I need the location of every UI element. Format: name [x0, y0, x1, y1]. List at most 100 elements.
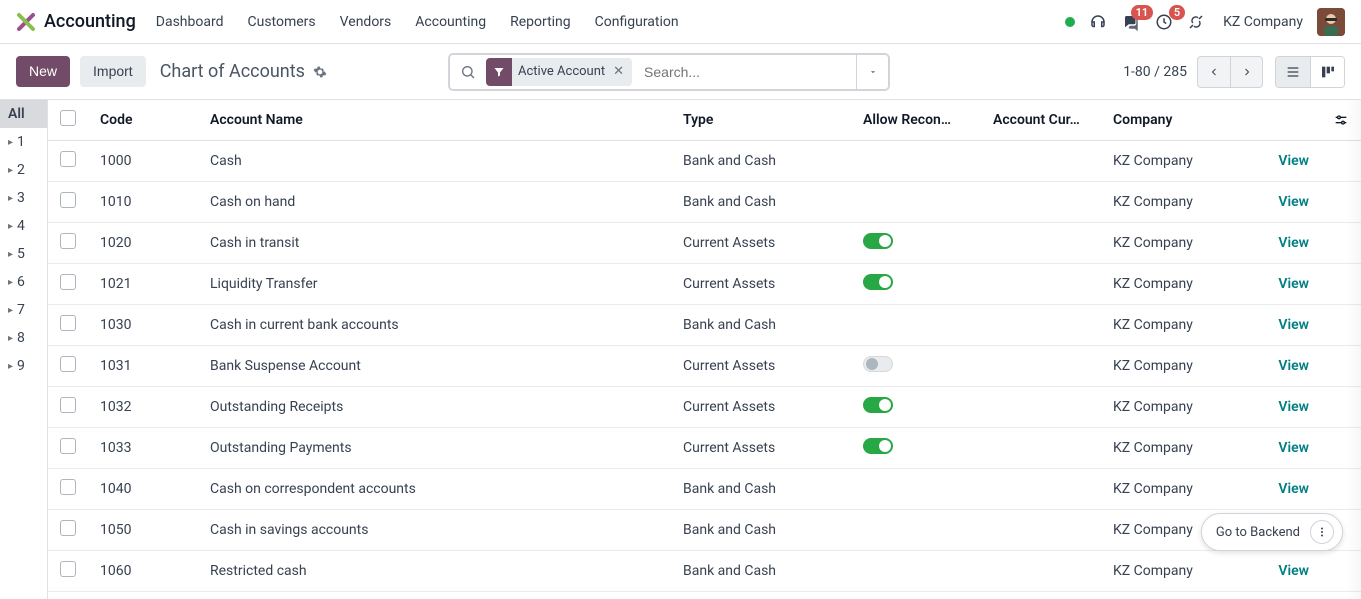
menu-item-vendors[interactable]: Vendors: [340, 14, 392, 30]
view-link[interactable]: View: [1278, 317, 1309, 333]
search-input[interactable]: [636, 55, 856, 89]
menu-item-reporting[interactable]: Reporting: [510, 14, 571, 30]
col-header-code[interactable]: Code: [88, 100, 198, 141]
sidebar-section[interactable]: ▸1: [0, 128, 47, 156]
row-checkbox[interactable]: [60, 356, 76, 372]
user-avatar[interactable]: [1317, 8, 1345, 36]
reconcile-toggle[interactable]: [863, 397, 893, 413]
chevron-right-icon: ▸: [8, 221, 13, 232]
debug-icon[interactable]: [1187, 13, 1205, 31]
sidebar-all[interactable]: All: [0, 100, 47, 128]
table-row[interactable]: 1040Cash on correspondent accountsBank a…: [48, 469, 1361, 510]
sidebar-section[interactable]: ▸3: [0, 184, 47, 212]
gear-icon[interactable]: [313, 65, 327, 79]
sidebar-section[interactable]: ▸9: [0, 352, 47, 380]
cell-name: Cash on hand: [198, 182, 671, 223]
chevron-right-icon: ▸: [8, 193, 13, 204]
cell-company: KZ Company: [1101, 182, 1241, 223]
pager-prev-button[interactable]: [1198, 57, 1230, 87]
table-row[interactable]: 1033Outstanding PaymentsCurrent AssetsKZ…: [48, 428, 1361, 469]
table-row[interactable]: 1060Restricted cashBank and CashKZ Compa…: [48, 551, 1361, 592]
go-to-backend-pill[interactable]: Go to Backend: [1201, 513, 1343, 551]
view-link[interactable]: View: [1278, 481, 1309, 497]
col-header-type[interactable]: Type: [671, 100, 851, 141]
view-link[interactable]: View: [1278, 440, 1309, 456]
table-row[interactable]: 1010Cash on handBank and CashKZ CompanyV…: [48, 182, 1361, 223]
cell-name: Cash in savings accounts: [198, 510, 671, 551]
optional-columns-icon[interactable]: [1333, 112, 1349, 128]
cell-currency: [981, 510, 1101, 551]
cell-type: Current Assets: [671, 264, 851, 305]
import-button[interactable]: Import: [80, 56, 146, 87]
sidebar-section-label: 1: [17, 134, 25, 150]
reconcile-toggle[interactable]: [863, 233, 893, 249]
reconcile-toggle[interactable]: [863, 274, 893, 290]
view-list-button[interactable]: [1276, 57, 1310, 87]
select-all-checkbox[interactable]: [60, 110, 76, 126]
app-logo[interactable]: Accounting: [16, 11, 136, 32]
row-checkbox[interactable]: [60, 479, 76, 495]
search-options-toggle[interactable]: [856, 55, 888, 89]
table-row[interactable]: 1000CashBank and CashKZ CompanyView: [48, 141, 1361, 182]
presence-status-icon[interactable]: [1065, 17, 1075, 27]
table-row[interactable]: 1030Cash in current bank accountsBank an…: [48, 305, 1361, 346]
col-header-currency[interactable]: Account Cur…: [981, 100, 1101, 141]
col-header-reconcile[interactable]: Allow Recon…: [851, 100, 981, 141]
cell-name: Outstanding Payments: [198, 428, 671, 469]
view-link[interactable]: View: [1278, 276, 1309, 292]
view-link[interactable]: View: [1278, 194, 1309, 210]
remove-facet-icon[interactable]: ✕: [611, 64, 626, 79]
sidebar-section[interactable]: ▸7: [0, 296, 47, 324]
row-checkbox[interactable]: [60, 397, 76, 413]
sidebar-section[interactable]: ▸6: [0, 268, 47, 296]
new-button[interactable]: New: [16, 56, 70, 87]
cell-type: Current Assets: [671, 428, 851, 469]
view-link[interactable]: View: [1278, 563, 1309, 579]
row-checkbox[interactable]: [60, 315, 76, 331]
table-row[interactable]: 1050Cash in savings accountsBank and Cas…: [48, 510, 1361, 551]
sidebar-section-label: 2: [17, 162, 25, 178]
table-row[interactable]: 1031Bank Suspense AccountCurrent AssetsK…: [48, 346, 1361, 387]
row-checkbox[interactable]: [60, 274, 76, 290]
col-header-name[interactable]: Account Name: [198, 100, 671, 141]
table-row[interactable]: 1021Liquidity TransferCurrent AssetsKZ C…: [48, 264, 1361, 305]
pager-next-button[interactable]: [1230, 57, 1262, 87]
activities-icon[interactable]: 5: [1155, 13, 1173, 31]
row-checkbox[interactable]: [60, 438, 76, 454]
menu-item-accounting[interactable]: Accounting: [415, 14, 486, 30]
sidebar-section[interactable]: ▸4: [0, 212, 47, 240]
cell-code: 1033: [88, 428, 198, 469]
sidebar-section[interactable]: ▸2: [0, 156, 47, 184]
view-link[interactable]: View: [1278, 399, 1309, 415]
voip-icon[interactable]: [1089, 13, 1107, 31]
company-switcher[interactable]: KZ Company: [1223, 14, 1303, 30]
view-link[interactable]: View: [1278, 153, 1309, 169]
sidebar-section-label: 7: [17, 302, 25, 318]
col-header-company[interactable]: Company: [1101, 100, 1241, 141]
cell-name: Outstanding Receipts: [198, 387, 671, 428]
menu-item-customers[interactable]: Customers: [248, 14, 316, 30]
row-checkbox[interactable]: [60, 561, 76, 577]
cell-reconcile: [851, 223, 981, 264]
kebab-icon[interactable]: [1310, 520, 1334, 544]
row-checkbox[interactable]: [60, 520, 76, 536]
row-checkbox[interactable]: [60, 233, 76, 249]
menu-item-configuration[interactable]: Configuration: [595, 14, 679, 30]
chevron-right-icon: ▸: [8, 137, 13, 148]
table-row[interactable]: 1020Cash in transitCurrent AssetsKZ Comp…: [48, 223, 1361, 264]
row-checkbox[interactable]: [60, 192, 76, 208]
sidebar-section[interactable]: ▸5: [0, 240, 47, 268]
messages-icon[interactable]: 11: [1121, 13, 1141, 31]
table-row[interactable]: 1070Cash accounting for electronic cashB…: [48, 592, 1361, 599]
sidebar-section[interactable]: ▸8: [0, 324, 47, 352]
pager-range[interactable]: 1-80 / 285: [1123, 64, 1187, 80]
row-checkbox[interactable]: [60, 151, 76, 167]
reconcile-toggle[interactable]: [863, 356, 893, 372]
menu-item-dashboard[interactable]: Dashboard: [156, 14, 224, 30]
reconcile-toggle[interactable]: [863, 438, 893, 454]
table-row[interactable]: 1032Outstanding ReceiptsCurrent AssetsKZ…: [48, 387, 1361, 428]
view-link[interactable]: View: [1278, 358, 1309, 374]
cell-reconcile: [851, 346, 981, 387]
view-kanban-button[interactable]: [1310, 57, 1344, 87]
view-link[interactable]: View: [1278, 235, 1309, 251]
